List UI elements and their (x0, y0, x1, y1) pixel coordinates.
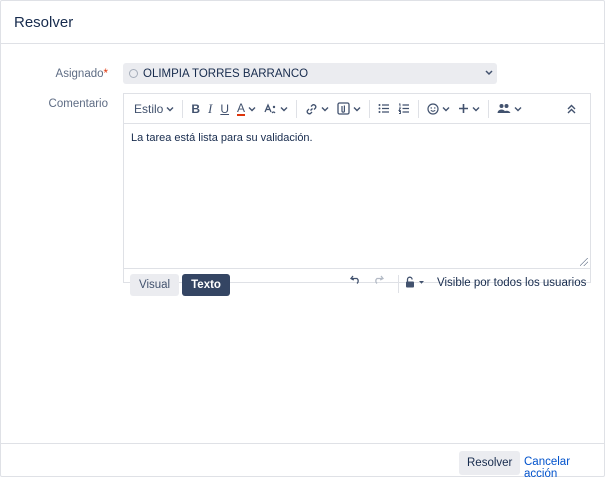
dialog-title: Resolver (14, 13, 74, 31)
chevron-down-icon (166, 105, 174, 113)
numbered-list-icon (398, 103, 410, 114)
chevron-down-icon (353, 105, 361, 113)
italic-icon: I (208, 100, 213, 116)
mention-button[interactable] (493, 98, 526, 120)
assignee-label: Asignado* (56, 68, 108, 80)
visibility-dropdown[interactable] (405, 276, 425, 288)
lock-icon (405, 276, 415, 288)
style-label: Estilo (134, 101, 164, 116)
resolve-button[interactable]: Resolver (459, 451, 521, 475)
cancel-link[interactable]: Cancelar acción (524, 456, 604, 480)
history-controls (350, 274, 384, 284)
toolbar-separator (488, 99, 490, 118)
text-effects-button[interactable] (260, 98, 292, 120)
avatar-icon (129, 69, 138, 78)
editor-toolbar: Estilo B I U A (124, 94, 590, 124)
chevron-down-icon (514, 105, 522, 113)
chevron-down-icon (321, 105, 329, 113)
link-icon (305, 103, 318, 115)
emoji-icon (427, 102, 439, 115)
assignee-value: OLIMPIA TORRES BARRANCO (143, 67, 309, 80)
comment-label: Comentario (48, 98, 108, 110)
underline-icon: U (220, 101, 230, 116)
visual-mode-tab[interactable]: Visual (130, 273, 180, 296)
chevron-down-icon (472, 105, 480, 113)
bold-icon: B (191, 101, 201, 116)
text-effects-icon (264, 102, 277, 115)
assignee-label-text: Asignado (55, 68, 104, 80)
assignee-select[interactable]: OLIMPIA TORRES BARRANCO (123, 63, 497, 84)
attachment-icon (337, 102, 350, 115)
footer-separator (398, 275, 399, 293)
toolbar-separator (369, 99, 371, 118)
emoji-button[interactable] (423, 98, 454, 120)
undo-icon[interactable] (350, 274, 362, 284)
visibility-label: Visible por todos los usuarios (437, 277, 587, 289)
editor-footer: Visual Texto Visible por todos los usuar… (124, 268, 590, 300)
people-icon (497, 103, 511, 114)
dialog-header: Resolver (1, 1, 604, 44)
toolbar-separator (296, 99, 298, 118)
toolbar-separator (182, 99, 184, 118)
resolve-dialog: Resolver Asignado* OLIMPIA TORRES BARRAN… (0, 0, 605, 480)
comment-text: La tarea está lista para su validación. (131, 132, 313, 144)
bullet-list-button[interactable] (374, 98, 394, 120)
text-color-icon: A (237, 100, 246, 116)
bullet-list-icon (378, 103, 390, 114)
underline-button[interactable]: U (216, 98, 233, 120)
required-marker: * (103, 68, 108, 80)
resize-handle-icon[interactable] (580, 258, 588, 266)
comment-textarea[interactable]: La tarea está lista para su validación. (124, 124, 590, 268)
chevron-down-icon (418, 279, 425, 286)
chevron-down-icon (280, 105, 288, 113)
plus-icon (458, 103, 469, 114)
numbered-list-button[interactable] (394, 98, 414, 120)
text-mode-tab[interactable]: Texto (182, 273, 230, 296)
dialog-footer: Resolver Cancelar acción (1, 443, 604, 480)
attachment-button[interactable] (333, 98, 365, 120)
chevron-down-icon (442, 105, 450, 113)
chevron-down-icon (248, 105, 256, 113)
link-button[interactable] (301, 98, 333, 120)
collapse-icon (567, 104, 576, 114)
insert-more-button[interactable] (454, 98, 484, 120)
redo-icon[interactable] (372, 274, 384, 284)
style-dropdown[interactable]: Estilo (130, 98, 178, 120)
text-color-button[interactable]: A (233, 98, 260, 120)
toolbar-separator (418, 99, 420, 118)
chevron-down-icon (485, 66, 493, 80)
italic-button[interactable]: I (204, 98, 216, 120)
bold-button[interactable]: B (187, 98, 204, 120)
comment-editor: Estilo B I U A La tarea está lista para … (123, 93, 591, 296)
collapse-toolbar-button[interactable] (563, 98, 580, 120)
